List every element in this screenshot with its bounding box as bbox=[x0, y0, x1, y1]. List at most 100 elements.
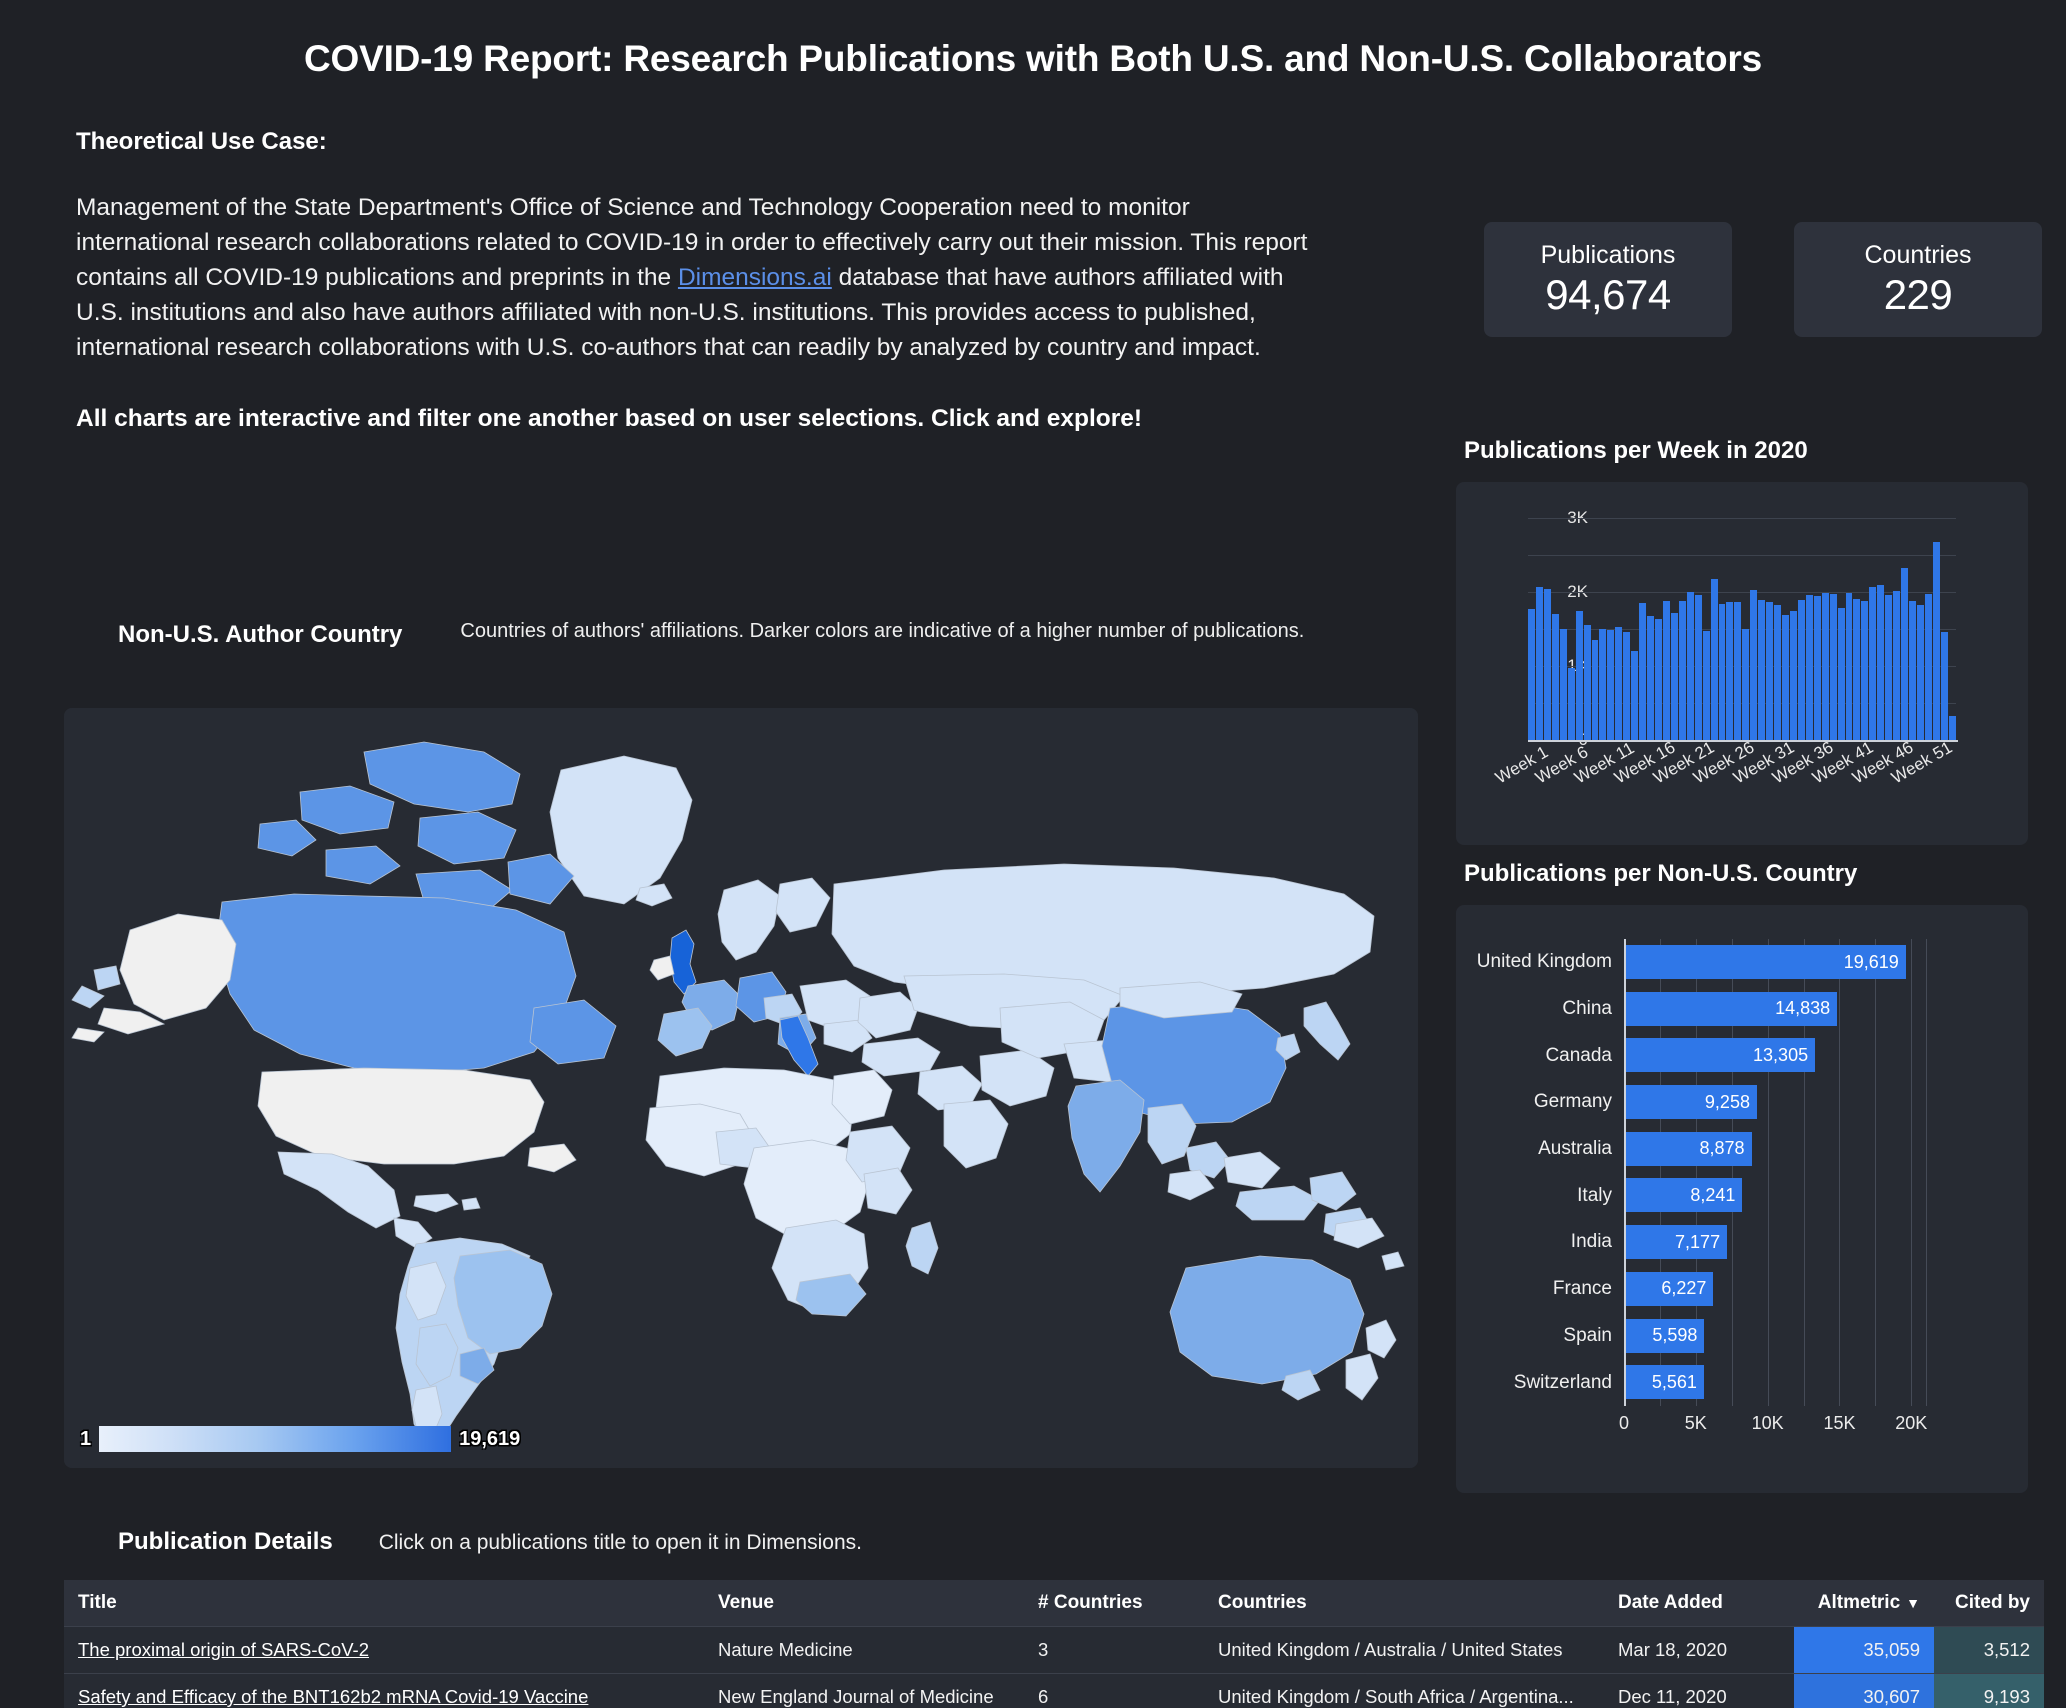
weekly-bar[interactable] bbox=[1694, 595, 1702, 740]
dimensions-link[interactable]: Dimensions.ai bbox=[678, 264, 832, 291]
weekly-bar[interactable] bbox=[1528, 609, 1535, 740]
country-chart-card[interactable]: United Kingdom 19,619 China 14,838 Canada 13,… bbox=[1456, 905, 2028, 1493]
country-bar-row[interactable]: Germany 9,258 bbox=[1534, 1079, 1940, 1126]
country-bar[interactable]: 8,241 bbox=[1624, 1178, 1743, 1213]
weekly-bar[interactable] bbox=[1766, 602, 1774, 740]
weekly-bar[interactable] bbox=[1631, 651, 1639, 740]
weekly-bar[interactable] bbox=[1599, 629, 1607, 740]
weekly-bar[interactable] bbox=[1655, 619, 1662, 740]
weekly-bar[interactable] bbox=[1647, 615, 1654, 740]
country-bar-row[interactable]: France 6,227 bbox=[1553, 1266, 1940, 1313]
cell-title[interactable]: The proximal origin of SARS-CoV-2 bbox=[64, 1626, 704, 1674]
country-bar-row[interactable]: Italy 8,241 bbox=[1577, 1172, 1940, 1219]
weekly-bar[interactable] bbox=[1639, 602, 1647, 740]
country-bar-row[interactable]: Switzerland 5,561 bbox=[1514, 1359, 1940, 1406]
weekly-bar[interactable] bbox=[1702, 631, 1710, 740]
weekly-bar[interactable] bbox=[1750, 590, 1758, 740]
country-bar[interactable]: 13,305 bbox=[1624, 1038, 1816, 1073]
weekly-bar[interactable] bbox=[1567, 667, 1575, 740]
weekly-bar[interactable] bbox=[1805, 594, 1813, 740]
weekly-bar[interactable] bbox=[1559, 629, 1567, 740]
weekly-bar[interactable] bbox=[1662, 600, 1670, 740]
weekly-bar[interactable] bbox=[1710, 579, 1718, 740]
weekly-bar[interactable] bbox=[1591, 640, 1599, 740]
column-header-countries[interactable]: Countries bbox=[1204, 1580, 1604, 1627]
country-bar-row[interactable]: United Kingdom 19,619 bbox=[1477, 939, 1940, 986]
country-bar-row[interactable]: Canada 13,305 bbox=[1545, 1032, 1940, 1079]
weekly-bar[interactable] bbox=[1686, 592, 1694, 740]
weekly-bar[interactable] bbox=[1932, 541, 1940, 740]
country-bar-row[interactable]: China 14,838 bbox=[1562, 986, 1940, 1033]
country-bar-row[interactable]: India 7,177 bbox=[1571, 1219, 1940, 1266]
weekly-bar[interactable] bbox=[1623, 631, 1631, 740]
country-bar-row[interactable]: Australia 8,878 bbox=[1538, 1126, 1940, 1173]
weekly-bar[interactable] bbox=[1543, 589, 1551, 740]
weekly-bar[interactable] bbox=[1813, 595, 1821, 740]
cell-title[interactable]: Safety and Efficacy of the BNT162b2 mRNA… bbox=[64, 1673, 704, 1708]
weekly-bar[interactable] bbox=[1909, 600, 1916, 740]
weekly-bar[interactable] bbox=[1893, 590, 1901, 740]
country-bar[interactable]: 8,878 bbox=[1624, 1131, 1752, 1166]
weekly-chart-card[interactable]: 01K2K3K Week 1Week 6Week 11Week 16Week 2… bbox=[1456, 482, 2028, 845]
weekly-bar[interactable] bbox=[1861, 600, 1869, 740]
weekly-bar[interactable] bbox=[1853, 598, 1861, 740]
country-bar-label: Canada bbox=[1545, 1044, 1612, 1066]
publication-title-link[interactable]: The proximal origin of SARS-CoV-2 bbox=[78, 1639, 369, 1660]
table-row[interactable]: Safety and Efficacy of the BNT162b2 mRNA… bbox=[64, 1673, 2044, 1708]
legend-gradient-bar bbox=[99, 1426, 452, 1452]
weekly-bar[interactable] bbox=[1615, 627, 1623, 740]
publication-details-table[interactable]: Title Venue # Countries Countries Date A… bbox=[64, 1580, 2044, 1708]
publication-title-link[interactable]: Safety and Efficacy of the BNT162b2 mRNA… bbox=[78, 1686, 588, 1707]
country-plot-area[interactable]: United Kingdom 19,619 China 14,838 Canada 13,… bbox=[1477, 939, 1940, 1406]
weekly-bar[interactable] bbox=[1829, 593, 1837, 740]
weekly-bar[interactable] bbox=[1678, 600, 1686, 740]
weekly-bar[interactable] bbox=[1924, 593, 1932, 740]
column-header-cited-by[interactable]: Cited by bbox=[1934, 1580, 2044, 1627]
weekly-bar[interactable] bbox=[1551, 614, 1559, 740]
column-header-num-countries[interactable]: # Countries bbox=[1024, 1580, 1204, 1627]
world-map-card[interactable]: .c0{fill:#f0f0f0;stroke:#b9c4d2;stroke-w… bbox=[64, 708, 1418, 1468]
column-header-altmetric[interactable]: Altmetric ▼ bbox=[1794, 1580, 1934, 1627]
country-bar[interactable]: 14,838 bbox=[1624, 991, 1838, 1026]
kpi-card-publications[interactable]: Publications 94,674 bbox=[1484, 222, 1732, 337]
weekly-bar[interactable] bbox=[1869, 587, 1877, 740]
kpi-card-countries[interactable]: Countries 229 bbox=[1794, 222, 2042, 337]
country-bar[interactable]: 7,177 bbox=[1624, 1225, 1728, 1260]
column-header-venue[interactable]: Venue bbox=[704, 1580, 1024, 1627]
weekly-bar[interactable] bbox=[1940, 631, 1948, 740]
weekly-bar[interactable] bbox=[1583, 624, 1591, 740]
weekly-bar[interactable] bbox=[1575, 610, 1583, 740]
weekly-bar[interactable] bbox=[1877, 584, 1885, 740]
country-bar[interactable]: 6,227 bbox=[1624, 1271, 1714, 1306]
country-bar[interactable]: 9,258 bbox=[1624, 1085, 1757, 1120]
country-bar-row[interactable]: Spain 5,598 bbox=[1563, 1313, 1940, 1360]
weekly-bar[interactable] bbox=[1670, 612, 1678, 740]
weekly-bar[interactable] bbox=[1948, 715, 1956, 740]
weekly-bar[interactable] bbox=[1821, 592, 1829, 740]
weekly-bar[interactable] bbox=[1774, 604, 1781, 740]
weekly-bar[interactable] bbox=[1726, 601, 1734, 740]
world-map[interactable]: .c0{fill:#f0f0f0;stroke:#b9c4d2;stroke-w… bbox=[64, 708, 1418, 1468]
weekly-bar[interactable] bbox=[1742, 628, 1750, 740]
column-header-date-added[interactable]: Date Added bbox=[1604, 1580, 1794, 1627]
weekly-bar[interactable] bbox=[1782, 614, 1789, 740]
weekly-bar[interactable] bbox=[1916, 605, 1924, 740]
weekly-bar[interactable] bbox=[1758, 600, 1766, 740]
weekly-bar[interactable] bbox=[1734, 602, 1742, 740]
weekly-bar[interactable] bbox=[1797, 599, 1805, 740]
weekly-bar[interactable] bbox=[1535, 587, 1543, 740]
weekly-bars[interactable] bbox=[1528, 518, 1956, 740]
country-bar[interactable]: 5,561 bbox=[1624, 1365, 1704, 1400]
table-row[interactable]: The proximal origin of SARS-CoV-2 Nature … bbox=[64, 1626, 2044, 1674]
weekly-bar[interactable] bbox=[1789, 610, 1797, 740]
weekly-bar[interactable] bbox=[1885, 594, 1893, 740]
country-bar[interactable]: 5,598 bbox=[1624, 1318, 1705, 1353]
weekly-bar[interactable] bbox=[1837, 607, 1845, 740]
column-header-title[interactable]: Title bbox=[64, 1580, 704, 1627]
weekly-bar[interactable] bbox=[1718, 603, 1726, 740]
country-bar-label: China bbox=[1562, 998, 1612, 1020]
country-bar[interactable]: 19,619 bbox=[1624, 945, 1906, 979]
weekly-bar[interactable] bbox=[1901, 567, 1908, 740]
weekly-bar[interactable] bbox=[1607, 629, 1615, 740]
weekly-bar[interactable] bbox=[1845, 593, 1853, 740]
